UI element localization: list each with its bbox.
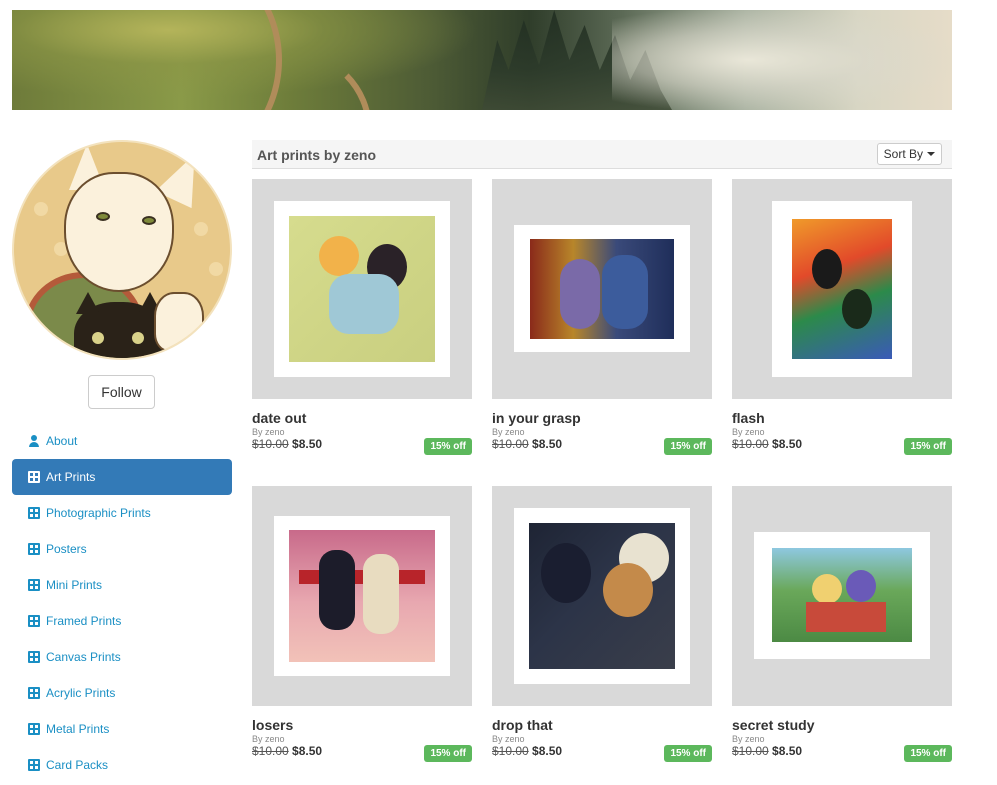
- follow-button[interactable]: Follow: [88, 375, 155, 409]
- page-title: Art prints by zeno: [257, 147, 377, 163]
- product-thumbnail[interactable]: [252, 179, 472, 399]
- sidebar-item-mini-prints[interactable]: Mini Prints: [12, 567, 232, 603]
- sidebar-item-about[interactable]: About: [12, 423, 232, 459]
- product-price: $10.00 $8.50 15% off: [252, 437, 472, 455]
- sidebar-item-framed-prints[interactable]: Framed Prints: [12, 603, 232, 639]
- product-artist: By zeno: [252, 734, 285, 744]
- sort-dropdown[interactable]: Sort By: [876, 143, 942, 165]
- original-price: $10.00: [252, 744, 289, 758]
- product-thumbnail[interactable]: [492, 179, 712, 399]
- product-price: $10.00 $8.50 15% off: [492, 437, 712, 455]
- product-card[interactable]: in your grasp By zeno $10.00 $8.50 15% o…: [492, 179, 712, 455]
- sidebar-item-label: Metal Prints: [46, 722, 110, 736]
- original-price: $10.00: [252, 437, 289, 451]
- section-header: Art prints by zeno Sort By: [252, 140, 952, 169]
- sidebar-item-label: Mini Prints: [46, 578, 103, 592]
- product-price: $10.00 $8.50 15% off: [732, 744, 952, 762]
- sidebar-item-label: Card Packs: [46, 758, 109, 772]
- product-artist: By zeno: [492, 734, 525, 744]
- discount-badge: 15% off: [424, 745, 472, 762]
- grid-icon: [28, 687, 40, 699]
- sidebar-item-label: Canvas Prints: [46, 650, 121, 664]
- product-title[interactable]: date out: [252, 410, 472, 426]
- sidebar-item-canvas-prints[interactable]: Canvas Prints: [12, 639, 232, 675]
- product-card[interactable]: date out By zeno $10.00 $8.50 15% off: [252, 179, 472, 455]
- product-artist: By zeno: [252, 427, 285, 437]
- product-title[interactable]: drop that: [492, 717, 712, 733]
- sale-price: $8.50: [292, 437, 323, 451]
- sale-price: $8.50: [772, 437, 803, 451]
- product-title[interactable]: losers: [252, 717, 472, 733]
- sidebar-nav: About Art Prints Photographic Prints Pos…: [12, 423, 232, 783]
- profile-banner: [12, 10, 952, 110]
- sale-price: $8.50: [772, 744, 803, 758]
- product-title[interactable]: in your grasp: [492, 410, 712, 426]
- product-title[interactable]: secret study: [732, 717, 952, 733]
- discount-badge: 15% off: [904, 438, 952, 455]
- sidebar-item-label: About: [46, 434, 78, 448]
- grid-icon: [28, 471, 40, 483]
- discount-badge: 15% off: [904, 745, 952, 762]
- grid-icon: [28, 651, 40, 663]
- grid-icon: [28, 759, 40, 771]
- product-thumbnail[interactable]: [492, 486, 712, 706]
- product-artist: By zeno: [732, 427, 765, 437]
- grid-icon: [28, 579, 40, 591]
- product-thumbnail[interactable]: [732, 486, 952, 706]
- discount-badge: 15% off: [424, 438, 472, 455]
- product-card[interactable]: flash By zeno $10.00 $8.50 15% off: [732, 179, 952, 455]
- grid-icon: [28, 723, 40, 735]
- grid-icon: [28, 507, 40, 519]
- sidebar-item-label: Acrylic Prints: [46, 686, 116, 700]
- grid-icon: [28, 543, 40, 555]
- product-artist: By zeno: [732, 734, 765, 744]
- product-card[interactable]: secret study By zeno $10.00 $8.50 15% of…: [732, 486, 952, 762]
- product-artist: By zeno: [492, 427, 525, 437]
- caret-down-icon: [927, 152, 935, 156]
- original-price: $10.00: [732, 437, 769, 451]
- product-thumbnail[interactable]: [252, 486, 472, 706]
- grid-icon: [28, 615, 40, 627]
- original-price: $10.00: [732, 744, 769, 758]
- sidebar-item-posters[interactable]: Posters: [12, 531, 232, 567]
- product-card[interactable]: drop that By zeno $10.00 $8.50 15% off: [492, 486, 712, 762]
- sidebar-item-label: Framed Prints: [46, 614, 122, 628]
- user-icon: [28, 435, 40, 447]
- sidebar-item-acrylic-prints[interactable]: Acrylic Prints: [12, 675, 232, 711]
- sidebar-item-label: Art Prints: [46, 470, 96, 484]
- sidebar-item-label: Posters: [46, 542, 87, 556]
- sidebar-item-metal-prints[interactable]: Metal Prints: [12, 711, 232, 747]
- avatar: [12, 140, 232, 360]
- sale-price: $8.50: [532, 744, 563, 758]
- product-card[interactable]: losers By zeno $10.00 $8.50 15% off: [252, 486, 472, 762]
- product-price: $10.00 $8.50 15% off: [252, 744, 472, 762]
- sidebar-item-card-packs[interactable]: Card Packs: [12, 747, 232, 783]
- discount-badge: 15% off: [664, 745, 712, 762]
- discount-badge: 15% off: [664, 438, 712, 455]
- product-title[interactable]: flash: [732, 410, 952, 426]
- sale-price: $8.50: [292, 744, 323, 758]
- sidebar-item-art-prints[interactable]: Art Prints: [12, 459, 232, 495]
- sidebar-item-label: Photographic Prints: [46, 506, 151, 520]
- sort-label: Sort By: [883, 147, 923, 161]
- product-price: $10.00 $8.50 15% off: [732, 437, 952, 455]
- original-price: $10.00: [492, 437, 529, 451]
- product-price: $10.00 $8.50 15% off: [492, 744, 712, 762]
- original-price: $10.00: [492, 744, 529, 758]
- sale-price: $8.50: [532, 437, 563, 451]
- sidebar-item-photographic-prints[interactable]: Photographic Prints: [12, 495, 232, 531]
- product-thumbnail[interactable]: [732, 179, 952, 399]
